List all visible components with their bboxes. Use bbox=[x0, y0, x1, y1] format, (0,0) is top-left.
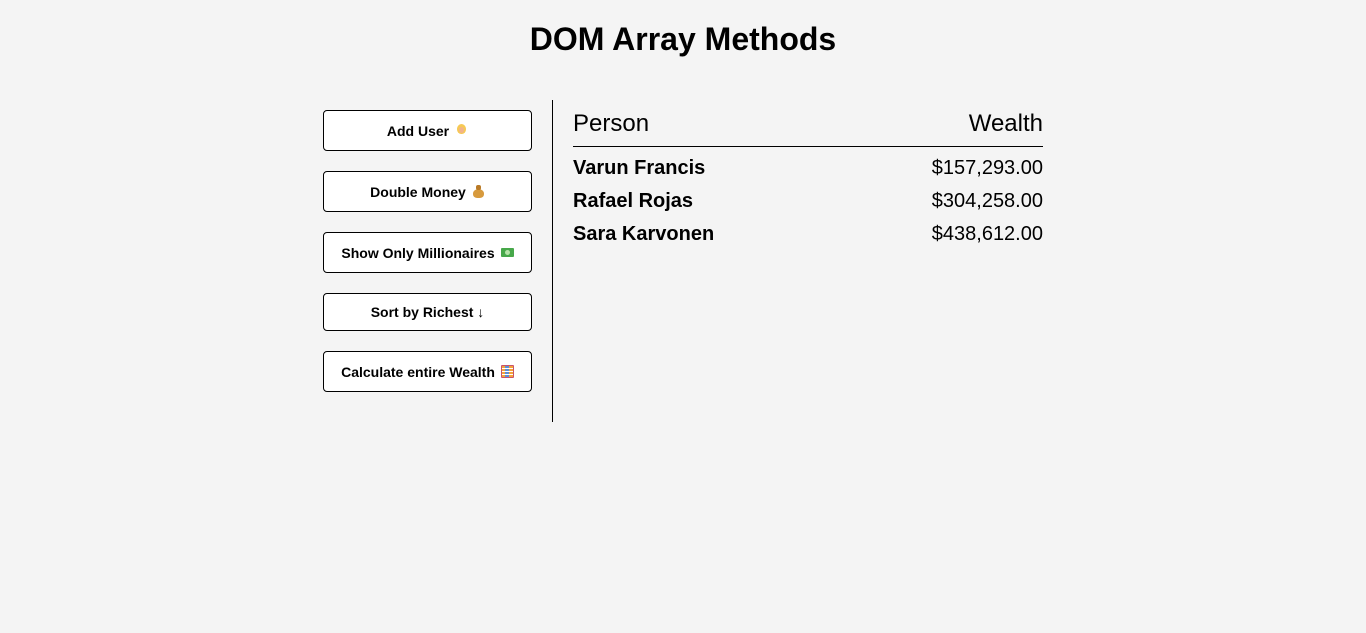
abacus-emoji-icon bbox=[500, 365, 514, 378]
wealth-column-header: Wealth bbox=[968, 110, 1043, 137]
money-bag-emoji-icon bbox=[472, 185, 485, 198]
app-container: Add User Double Money Show Only Milliona… bbox=[323, 100, 1043, 422]
show-millionaires-label: Show Only Millionaires bbox=[341, 244, 495, 261]
double-money-button[interactable]: Double Money bbox=[323, 171, 532, 212]
page-title: DOM Array Methods bbox=[529, 21, 837, 57]
table-header: Person Wealth bbox=[573, 111, 1043, 147]
sort-richest-label: Sort by Richest ↓ bbox=[370, 304, 485, 320]
calculate-wealth-label: Calculate entire Wealth bbox=[341, 363, 495, 380]
person-name: Rafael Rojas bbox=[573, 190, 694, 212]
add-user-button[interactable]: Add User bbox=[323, 110, 532, 151]
person-name: Sara Karvonen bbox=[573, 223, 715, 245]
show-millionaires-button[interactable]: Show Only Millionaires bbox=[323, 232, 532, 273]
person-name: Varun Francis bbox=[573, 157, 706, 179]
actions-sidebar: Add User Double Money Show Only Milliona… bbox=[323, 100, 553, 422]
person-wealth: $157,293.00 bbox=[931, 157, 1043, 179]
table-row: Rafael Rojas $304,258.00 bbox=[573, 190, 1043, 213]
double-money-label: Double Money bbox=[370, 183, 466, 200]
table-row: Varun Francis $157,293.00 bbox=[573, 157, 1043, 180]
calculate-wealth-button[interactable]: Calculate entire Wealth bbox=[323, 351, 532, 392]
person-column-header: Person bbox=[573, 110, 650, 137]
sort-richest-button[interactable]: Sort by Richest ↓ bbox=[323, 293, 532, 331]
wealth-table: Person Wealth Varun Francis $157,293.00 … bbox=[553, 100, 1043, 422]
person-emoji-icon bbox=[455, 124, 468, 137]
person-wealth: $438,612.00 bbox=[931, 223, 1043, 245]
person-wealth: $304,258.00 bbox=[931, 190, 1043, 212]
dollar-bill-emoji-icon bbox=[500, 246, 514, 259]
table-row: Sara Karvonen $438,612.00 bbox=[573, 223, 1043, 246]
add-user-label: Add User bbox=[386, 122, 450, 139]
